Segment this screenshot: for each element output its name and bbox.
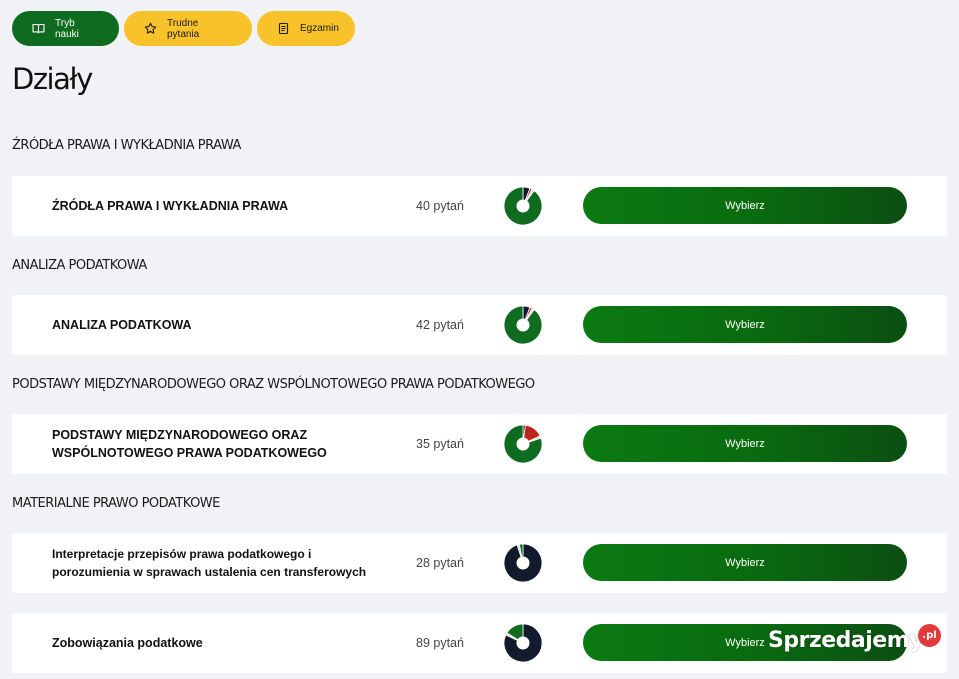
item-name: Interpretacje przepisów prawa podatkoweg… [52, 547, 367, 579]
item-name: PODSTAWY MIĘDZYNARODOWEGO ORAZ WSPÓLNOTO… [52, 428, 327, 460]
list-item: PODSTAWY MIĘDZYNARODOWEGO ORAZ WSPÓLNOTO… [12, 414, 947, 474]
choose-button[interactable]: Wybierz [583, 544, 907, 581]
watermark-badge: .pl [918, 624, 941, 647]
section-title: MATERIALNE PRAWO PODATKOWE [12, 496, 220, 511]
question-count: 35 pytań [416, 437, 464, 451]
pie-center-hole [516, 199, 530, 213]
question-count: 42 pytań [416, 318, 464, 332]
progress-pie [504, 187, 542, 225]
list-item: ANALIZA PODATKOWA 42 pytań Wybierz [12, 295, 947, 355]
question-count: 40 pytań [416, 199, 464, 213]
book-icon [32, 22, 45, 35]
section-title: PODSTAWY MIĘDZYNARODOWEGO ORAZ WSPÓLNOTO… [12, 377, 535, 392]
star-icon [144, 22, 157, 35]
progress-pie [504, 624, 542, 662]
pie-center-hole [516, 437, 530, 451]
choose-button[interactable]: Wybierz [583, 425, 907, 462]
pie-center-hole [516, 318, 530, 332]
pie-center-hole [516, 636, 530, 650]
section-title: ŹRÓDŁA PRAWA I WYKŁADNIA PRAWA [12, 138, 241, 153]
list-item: ŹRÓDŁA PRAWA I WYKŁADNIA PRAWA 40 pytań … [12, 176, 947, 236]
item-name: ŹRÓDŁA PRAWA I WYKŁADNIA PRAWA [52, 199, 289, 213]
progress-pie [504, 544, 542, 582]
choose-button[interactable]: Wybierz [583, 306, 907, 343]
page-title: Działy [12, 62, 93, 96]
progress-pie [504, 306, 542, 344]
item-name: Zobowiązania podatkowe [52, 636, 203, 650]
document-icon [277, 22, 290, 35]
tab-exam-label: Egzamin [300, 23, 339, 34]
pie-center-hole [516, 556, 530, 570]
tab-hard-questions[interactable]: Trudne pytania [124, 11, 252, 46]
tab-hard-questions-label: Trudne pytania [167, 17, 200, 40]
item-name: ANALIZA PODATKOWA [52, 318, 192, 332]
section-title: ANALIZA PODATKOWA [12, 258, 147, 273]
watermark-logo: Sprzedajemy [768, 628, 924, 653]
progress-pie [504, 425, 542, 463]
tab-study-mode[interactable]: Tryb nauki [12, 11, 119, 46]
choose-button[interactable]: Wybierz [583, 187, 907, 224]
mode-tabs: Tryb nauki Trudne pytania Egzamin [12, 11, 355, 46]
list-item: Interpretacje przepisów prawa podatkoweg… [12, 533, 947, 593]
tab-study-mode-label: Tryb nauki [55, 17, 79, 40]
question-count: 28 pytań [416, 556, 464, 570]
question-count: 89 pytań [416, 636, 464, 650]
tab-exam[interactable]: Egzamin [257, 11, 355, 46]
